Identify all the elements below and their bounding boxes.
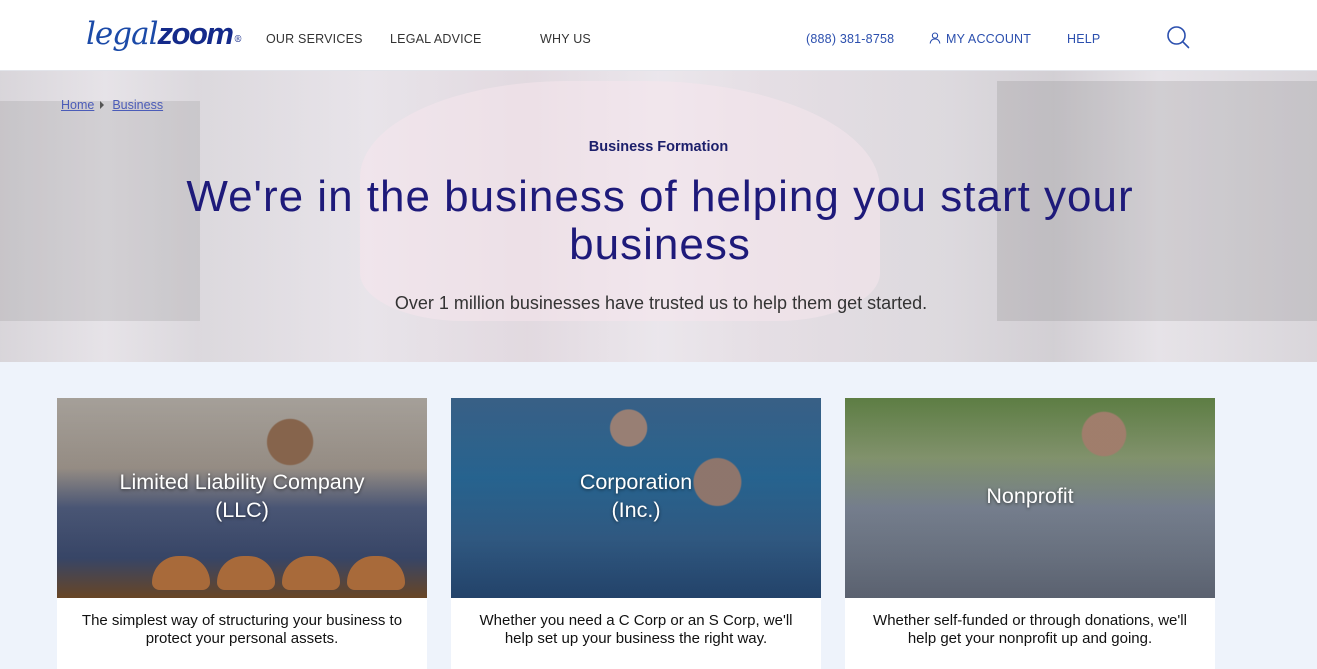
phone-link[interactable]: (888) 381-8758 (806, 32, 894, 46)
nonprofit-card-description: Whether self-funded or through donations… (873, 612, 1187, 647)
bread-loaf-4 (347, 556, 405, 590)
breadcrumb-home[interactable]: Home (61, 98, 94, 112)
breadcrumb-business[interactable]: Business (112, 98, 163, 112)
nav-our-services[interactable]: OUR SERVICES (266, 32, 363, 46)
hero-title: We're in the business of helping you sta… (186, 172, 1134, 269)
my-account-link[interactable]: MY ACCOUNT (929, 32, 1031, 46)
site-header: legalzoom® OUR SERVICES LEGAL ADVICE WHY… (0, 0, 1317, 71)
llc-card-title-line2: (LLC) (215, 498, 269, 522)
help-link[interactable]: HELP (1067, 32, 1100, 46)
bread-loaf-1 (152, 556, 210, 590)
llc-card-title-line1: Limited Liability Company (119, 470, 365, 494)
hero-banner: Home Business Business Formation We're in… (0, 71, 1317, 362)
nonprofit-card[interactable]: Nonprofit Whether self-funded or through… (845, 398, 1215, 669)
bread-loaf-3 (282, 556, 340, 590)
corporation-card-title-line1: Corporation (579, 470, 693, 494)
llc-card-description: The simplest way of structuring your bus… (81, 612, 403, 647)
nav-why-us[interactable]: WHY US (540, 32, 591, 46)
corporation-card-title-line2: (Inc.) (611, 498, 661, 522)
hero-eyebrow: Business Formation (588, 139, 729, 155)
user-icon (929, 32, 941, 44)
nonprofit-card-title: Nonprofit (845, 482, 1215, 510)
corporation-card-description: Whether you need a C Corp or an S Corp, … (479, 612, 793, 647)
logo-part-zoom: zoom (157, 16, 234, 51)
legalzoom-logo[interactable]: legalzoom® (86, 14, 242, 54)
breadcrumb: Home Business (61, 98, 163, 112)
bread-loaf-2 (217, 556, 275, 590)
hero-subtitle: Over 1 million businesses have trusted u… (394, 293, 928, 313)
nonprofit-card-title-line1: Nonprofit (986, 484, 1074, 508)
logo-part-legal: legal (86, 16, 159, 52)
corporation-card-title: Corporation (Inc.) (451, 468, 821, 524)
search-icon[interactable] (1166, 25, 1190, 49)
llc-card[interactable]: Limited Liability Company (LLC) The simp… (57, 398, 427, 669)
logo-registered-mark: ® (233, 35, 242, 45)
my-account-label: MY ACCOUNT (946, 32, 1032, 46)
nav-legal-advice[interactable]: LEGAL ADVICE (390, 32, 482, 46)
llc-card-title: Limited Liability Company (LLC) (57, 468, 427, 524)
breadcrumb-separator-icon (100, 101, 105, 109)
corporation-card[interactable]: Corporation (Inc.) Whether you need a C … (451, 398, 821, 669)
